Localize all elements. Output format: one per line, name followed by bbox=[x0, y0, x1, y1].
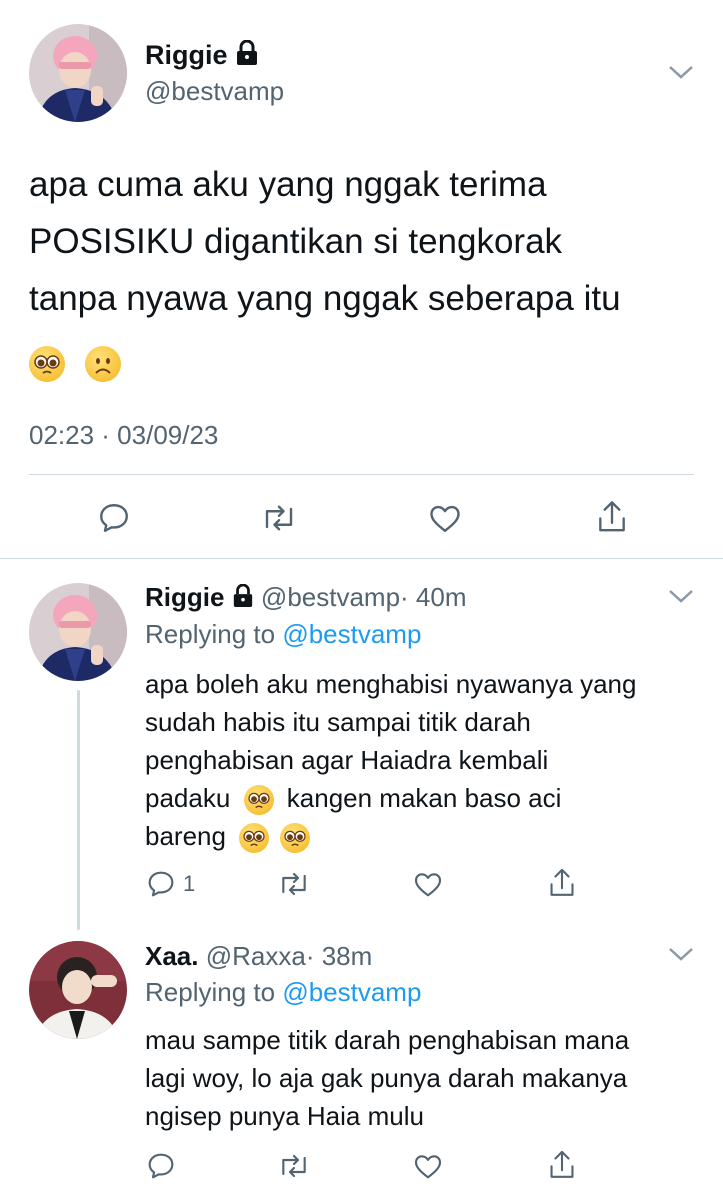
author-name[interactable]: Riggie bbox=[145, 582, 224, 612]
heart-icon bbox=[430, 505, 460, 532]
tweet-timestamp[interactable]: 02:23 · 03/09/23 bbox=[29, 420, 218, 451]
reply-button[interactable] bbox=[96, 500, 132, 541]
reply-text-line: bareng bbox=[145, 817, 715, 855]
divider bbox=[29, 474, 694, 475]
share-icon bbox=[599, 501, 625, 532]
tweet-text-line: apa cuma aku yang nggak terima bbox=[29, 165, 547, 204]
replying-to-handle[interactable]: @bestvamp bbox=[282, 977, 421, 1007]
share-button[interactable] bbox=[546, 866, 578, 905]
reply-text-line: mau sampe titik darah penghabisan mana bbox=[145, 1025, 630, 1055]
author-handle[interactable]: @bestvamp bbox=[145, 76, 284, 107]
tweet-text-line: POSISIKU digantikan si tengkorak bbox=[29, 222, 563, 261]
thread-line bbox=[77, 690, 80, 930]
reply-text-fragment: padaku bbox=[145, 783, 231, 813]
share-button[interactable] bbox=[594, 498, 630, 541]
avatar[interactable] bbox=[29, 24, 127, 122]
reply-count: 1 bbox=[183, 871, 196, 896]
like-button[interactable] bbox=[412, 868, 444, 905]
heart-icon bbox=[414, 1155, 442, 1179]
retweet-button[interactable] bbox=[259, 500, 299, 541]
reply-text-line: apa boleh aku menghabisi nyawanya yang bbox=[145, 669, 637, 699]
reply-time[interactable]: · 40m bbox=[400, 582, 466, 612]
retweet-icon bbox=[265, 505, 293, 531]
share-icon bbox=[550, 1150, 574, 1178]
replying-to-handle[interactable]: @bestvamp bbox=[282, 619, 421, 649]
reply-header: Xaa. @Raxxa· 38m bbox=[145, 941, 372, 972]
avatar[interactable] bbox=[29, 941, 127, 1039]
replying-to: Replying to @bestvamp bbox=[145, 977, 421, 1008]
retweet-button[interactable] bbox=[276, 868, 312, 905]
chevron-down-icon[interactable] bbox=[668, 64, 694, 85]
pleading-face-icon bbox=[239, 823, 270, 854]
reply-text-line: ngisep punya Haia mulu bbox=[145, 1101, 424, 1131]
reply-text-fragment: bareng bbox=[145, 821, 226, 851]
reply-header: Riggie @bestvamp· 40m bbox=[145, 582, 467, 615]
tweet-emoji-row bbox=[29, 327, 709, 390]
pleading-face-icon bbox=[280, 823, 311, 854]
author-name[interactable]: Riggie bbox=[145, 39, 259, 73]
reply-text: apa boleh aku menghabisi nyawanya yang s… bbox=[145, 665, 715, 855]
frowning-face-icon bbox=[84, 345, 121, 382]
author-name-text[interactable]: Riggie bbox=[145, 40, 228, 70]
reply-text-line: padaku kangen makan baso aci bbox=[145, 779, 715, 817]
author-handle[interactable]: @bestvamp bbox=[261, 582, 400, 612]
reply-button[interactable]: 1 bbox=[145, 868, 195, 900]
chevron-down-icon[interactable] bbox=[668, 588, 694, 609]
reply-text-line: sudah habis itu sampai titik darah bbox=[145, 707, 531, 737]
author-handle[interactable]: @Raxxa bbox=[206, 941, 306, 971]
retweet-button[interactable] bbox=[276, 1150, 312, 1187]
reply-text: mau sampe titik darah penghabisan mana l… bbox=[145, 1021, 715, 1135]
divider bbox=[0, 558, 723, 559]
reply-text-line: penghabisan agar Haiadra kembali bbox=[145, 745, 549, 775]
reply-time[interactable]: · 38m bbox=[306, 941, 372, 971]
reply-icon bbox=[148, 1153, 174, 1179]
author-name[interactable]: Xaa. bbox=[145, 941, 199, 971]
pleading-face-icon bbox=[243, 785, 274, 816]
reply-icon bbox=[100, 504, 128, 532]
pleading-face-icon bbox=[29, 345, 65, 382]
chevron-down-icon[interactable] bbox=[668, 946, 694, 967]
reply-text-fragment: kangen makan baso aci bbox=[286, 783, 562, 813]
like-button[interactable] bbox=[427, 500, 463, 541]
avatar[interactable] bbox=[29, 583, 127, 681]
reply-text-line: lagi woy, lo aja gak punya darah makanya bbox=[145, 1063, 628, 1093]
lock-icon bbox=[235, 39, 259, 73]
retweet-icon bbox=[282, 1154, 306, 1178]
share-button[interactable] bbox=[546, 1148, 578, 1187]
tweet-text-line: tanpa nyawa yang nggak seberapa itu bbox=[29, 279, 621, 318]
reply-button[interactable] bbox=[145, 1150, 177, 1187]
lock-icon bbox=[232, 583, 254, 615]
retweet-icon bbox=[282, 872, 306, 896]
heart-icon bbox=[414, 873, 442, 897]
tweet-text: apa cuma aku yang nggak terima POSISIKU … bbox=[29, 156, 709, 390]
replying-to-label: Replying to bbox=[145, 619, 276, 649]
reply-icon bbox=[148, 871, 174, 897]
replying-to: Replying to @bestvamp bbox=[145, 619, 421, 650]
like-button[interactable] bbox=[412, 1150, 444, 1187]
share-icon bbox=[550, 868, 574, 896]
replying-to-label: Replying to bbox=[145, 977, 276, 1007]
